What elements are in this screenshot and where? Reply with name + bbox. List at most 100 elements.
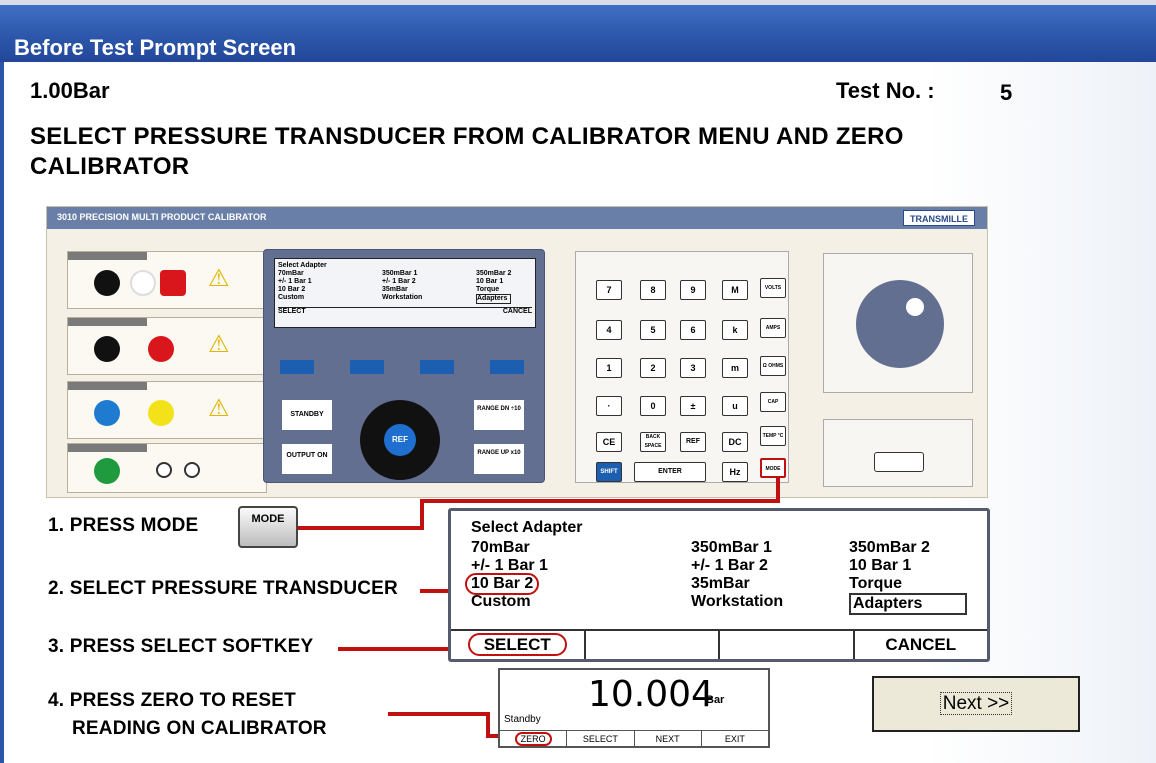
reading-display: 10.004 Bar Standby ZERO SELECT NEXT EXIT (498, 668, 770, 748)
lcd-item: 350mBar 2 (849, 539, 930, 556)
lcd-item: Workstation (691, 593, 784, 610)
black-terminal (94, 270, 120, 296)
connector-icon (874, 452, 924, 472)
key-M: M (722, 280, 748, 300)
key-m: m (722, 358, 748, 378)
output-key: OUTPUT ON (282, 444, 332, 474)
small-lcd-title: Select Adapter (278, 262, 327, 269)
lcd-item: 35mBar (691, 575, 750, 592)
next-softkey: NEXT (635, 731, 702, 746)
lcd-item: +/- 1 Bar 1 (471, 557, 548, 574)
window-title-bar: Before Test Prompt Screen (0, 0, 1156, 62)
test-number-value: 5 (1000, 80, 1013, 105)
backspace-key: BACK SPACE (640, 432, 666, 452)
terminal-block-thermocouple (67, 443, 267, 493)
adapter-interface (823, 419, 973, 487)
next-button-label: Next >> (939, 692, 1013, 715)
mode-key-small: MODE (760, 458, 786, 478)
small-lcd-item: Workstation (382, 294, 423, 301)
terminal-block-high-current: ⚠ (67, 381, 267, 439)
lcd-item-adapters: Adapters (849, 593, 967, 615)
warning-icon: ⚠ (208, 331, 230, 358)
next-button[interactable]: Next >> (872, 676, 1080, 732)
mode-key-icon: MODE (238, 506, 298, 548)
small-lcd: Select Adapter 70mBar +/- 1 Bar 1 10 Bar… (274, 258, 536, 328)
small-lcd-item: 35mBar (382, 286, 408, 293)
ref-key-2: REF (680, 432, 706, 452)
green-terminal (94, 458, 120, 484)
small-lcd-item: 10 Bar 2 (278, 286, 306, 293)
ce-key: CE (596, 432, 622, 452)
key-7: 7 (596, 280, 622, 300)
softkey-3 (420, 360, 454, 374)
small-lcd-item: Adapters (476, 294, 512, 304)
lcd-item: 70mBar (471, 539, 530, 556)
lcd-title: Select Adapter (471, 519, 583, 536)
function-keypad: 7 8 9 M VOLTS 4 5 6 k AMPS 1 2 3 m Ω OHM… (575, 251, 789, 483)
step-1-label: 1. PRESS MODE (48, 515, 199, 536)
small-lcd-soft (342, 308, 406, 316)
lcd-softkey-2 (586, 631, 720, 659)
step-2-label: 2. SELECT PRESSURE TRANSDUCER (48, 578, 398, 599)
softkey-2 (350, 360, 384, 374)
step-3-label: 3. PRESS SELECT SOFTKEY (48, 636, 314, 657)
window-title: Before Test Prompt Screen (14, 35, 297, 60)
terminal-block-voltage: ⚠ (67, 251, 267, 309)
key-8: 8 (640, 280, 666, 300)
brand-logo: TRANSMILLE (903, 210, 975, 226)
key-3: 3 (680, 358, 706, 378)
display-section: Select Adapter 70mBar +/- 1 Bar 1 10 Bar… (263, 249, 545, 483)
hz-key: Hz (722, 462, 748, 482)
shift-key: SHIFT (596, 462, 622, 482)
red-terminal (148, 336, 174, 362)
key-5: 5 (640, 320, 666, 340)
lcd-softkey-3 (720, 631, 855, 659)
black-terminal (94, 336, 120, 362)
key-2: 2 (640, 358, 666, 378)
small-lcd-soft: SELECT (278, 308, 306, 315)
exit-softkey: EXIT (724, 734, 745, 744)
small-lcd-item: +/- 1 Bar 2 (382, 278, 416, 285)
digital-control-knob (823, 253, 973, 393)
key-1: 1 (596, 358, 622, 378)
small-lcd-item: Torque (476, 286, 500, 293)
lcd-softkey-cancel: CANCEL (885, 635, 957, 654)
volts-key: VOLTS (760, 278, 786, 298)
small-lcd-item: +/- 1 Bar 1 (278, 278, 312, 285)
ohms-key: Ω OHMS (760, 356, 786, 376)
lcd-item: Custom (471, 593, 531, 610)
step-4-label-line2: READING ON CALIBRATOR (72, 718, 327, 739)
ref-key: REF (384, 424, 416, 456)
key-k: k (722, 320, 748, 340)
select-softkey: SELECT (567, 731, 635, 746)
key-0: 0 (640, 396, 666, 416)
dc-key: DC (722, 432, 748, 452)
step-4-label-line1: 4. PRESS ZERO TO RESET (48, 690, 296, 711)
small-lcd-soft: CANCEL (502, 308, 532, 315)
softkey-1 (280, 360, 314, 374)
enter-key: ENTER (634, 462, 706, 482)
key-u: u (722, 396, 748, 416)
small-lcd-item: 350mBar 2 (476, 270, 512, 277)
instruction-text: SELECT PRESSURE TRANSDUCER FROM CALIBRAT… (30, 123, 904, 180)
small-lcd-item: 10 Bar 1 (476, 278, 504, 285)
lcd-item: 350mBar 1 (691, 539, 772, 556)
lcd-item: +/- 1 Bar 2 (691, 557, 768, 574)
temp-key: TEMP °C (760, 426, 786, 446)
warning-icon: ⚠ (208, 395, 230, 422)
reading-unit: Bar (706, 694, 725, 706)
cap-key: CAP (760, 392, 786, 412)
pressure-label: 1.00Bar (30, 78, 110, 103)
small-lcd-item: Custom (278, 294, 305, 301)
small-terminal (184, 462, 200, 478)
small-terminal (156, 462, 172, 478)
key-9: 9 (680, 280, 706, 300)
warning-icon: ⚠ (208, 265, 230, 292)
key-plusminus: ± (680, 396, 706, 416)
white-terminal (130, 270, 156, 296)
key-4: 4 (596, 320, 622, 340)
softkey-4 (490, 360, 524, 374)
lcd-softkey-row: SELECT CANCEL (451, 629, 987, 659)
adapter-select-display: Select Adapter 70mBar +/- 1 Bar 1 10 Bar… (448, 508, 990, 662)
knob-icon (856, 280, 944, 368)
